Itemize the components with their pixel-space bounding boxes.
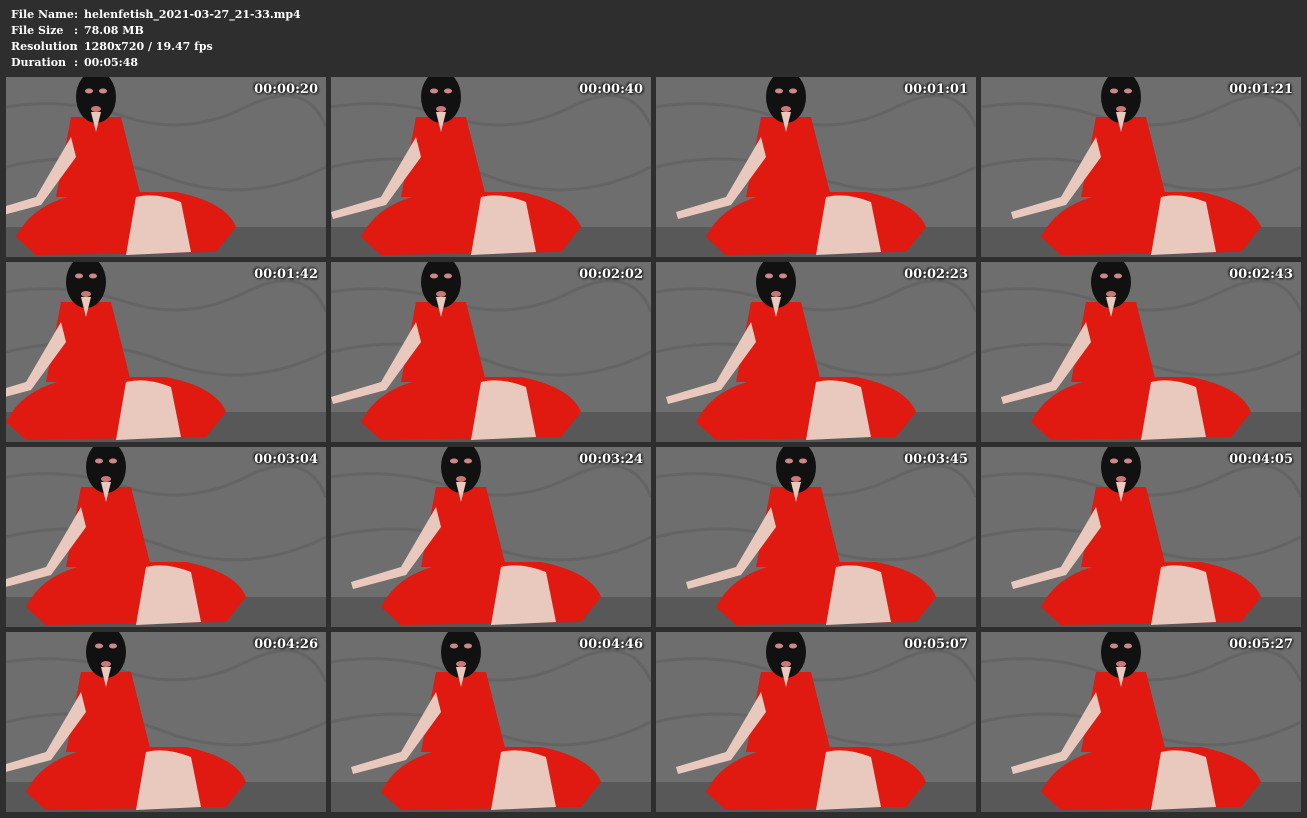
- duration-label: Duration: [11, 56, 67, 69]
- thumbnail-timestamp: 00:00:20: [254, 82, 318, 97]
- thumbnail-frame-image: [331, 262, 651, 442]
- duration-separator: :: [74, 56, 79, 69]
- thumbnail-frame-image: [981, 447, 1301, 627]
- video-thumbnail: 00:02:02: [331, 262, 651, 442]
- video-thumbnail: 00:03:24: [331, 447, 651, 627]
- thumbnail-timestamp: 00:05:27: [1229, 637, 1293, 652]
- resolution-row: Resolution : 1280x720 / 19.47 fps: [11, 39, 301, 55]
- resolution-label: Resolution: [11, 40, 78, 53]
- duration-row: Duration : 00:05:48: [11, 55, 301, 71]
- video-thumbnail: 00:02:43: [981, 262, 1301, 442]
- thumbnail-timestamp: 00:04:05: [1229, 452, 1293, 467]
- thumbnail-frame-image: [331, 447, 651, 627]
- file-size-separator: :: [74, 24, 79, 37]
- resolution-separator: :: [74, 40, 79, 53]
- video-thumbnail: 00:05:27: [981, 632, 1301, 812]
- thumbnail-timestamp: 00:00:40: [579, 82, 643, 97]
- file-size-row: File Size : 78.08 MB: [11, 23, 301, 39]
- file-size-value: 78.08 MB: [84, 24, 144, 37]
- file-name-row: File Name : helenfetish_2021-03-27_21-33…: [11, 7, 301, 23]
- file-name-separator: :: [74, 8, 79, 21]
- thumbnail-frame-image: [331, 77, 651, 257]
- thumbnail-timestamp: 00:01:42: [254, 267, 318, 282]
- thumbnail-grid: 00:00:20 00:00:40 00:01:01 00:01:21 00:0…: [6, 77, 1301, 812]
- file-info-header: File Name : helenfetish_2021-03-27_21-33…: [11, 7, 301, 71]
- file-name-label: File Name: [11, 8, 74, 21]
- video-thumbnail: 00:00:40: [331, 77, 651, 257]
- thumbnail-frame-image: [656, 632, 976, 812]
- video-thumbnail: 00:00:20: [6, 77, 326, 257]
- thumbnail-frame-image: [6, 632, 326, 812]
- thumbnail-frame-image: [656, 447, 976, 627]
- thumbnail-frame-image: [656, 262, 976, 442]
- thumbnail-frame-image: [6, 262, 326, 442]
- video-thumbnail: 00:01:42: [6, 262, 326, 442]
- video-thumbnail: 00:02:23: [656, 262, 976, 442]
- file-name-value: helenfetish_2021-03-27_21-33.mp4: [84, 8, 301, 21]
- thumbnail-frame-image: [656, 77, 976, 257]
- thumbnail-frame-image: [981, 262, 1301, 442]
- thumbnail-timestamp: 00:02:02: [579, 267, 643, 282]
- video-thumbnail: 00:04:46: [331, 632, 651, 812]
- video-thumbnail: 00:05:07: [656, 632, 976, 812]
- thumbnail-timestamp: 00:04:26: [254, 637, 318, 652]
- video-thumbnail: 00:01:21: [981, 77, 1301, 257]
- thumbnail-timestamp: 00:04:46: [579, 637, 643, 652]
- thumbnail-timestamp: 00:03:24: [579, 452, 643, 467]
- video-thumbnail: 00:01:01: [656, 77, 976, 257]
- video-thumbnail: 00:03:04: [6, 447, 326, 627]
- thumbnail-frame-image: [331, 632, 651, 812]
- resolution-value: 1280x720 / 19.47 fps: [84, 40, 213, 53]
- thumbnail-timestamp: 00:01:01: [904, 82, 968, 97]
- video-thumbnail: 00:04:05: [981, 447, 1301, 627]
- thumbnail-frame-image: [981, 632, 1301, 812]
- thumbnail-timestamp: 00:01:21: [1229, 82, 1293, 97]
- video-thumbnail: 00:03:45: [656, 447, 976, 627]
- thumbnail-timestamp: 00:02:43: [1229, 267, 1293, 282]
- thumbnail-frame-image: [6, 77, 326, 257]
- file-size-label: File Size: [11, 24, 64, 37]
- thumbnail-frame-image: [981, 77, 1301, 257]
- duration-value: 00:05:48: [84, 56, 139, 69]
- video-thumbnail: 00:04:26: [6, 632, 326, 812]
- thumbnail-timestamp: 00:02:23: [904, 267, 968, 282]
- thumbnail-timestamp: 00:03:45: [904, 452, 968, 467]
- thumbnail-timestamp: 00:05:07: [904, 637, 968, 652]
- thumbnail-frame-image: [6, 447, 326, 627]
- thumbnail-timestamp: 00:03:04: [254, 452, 318, 467]
